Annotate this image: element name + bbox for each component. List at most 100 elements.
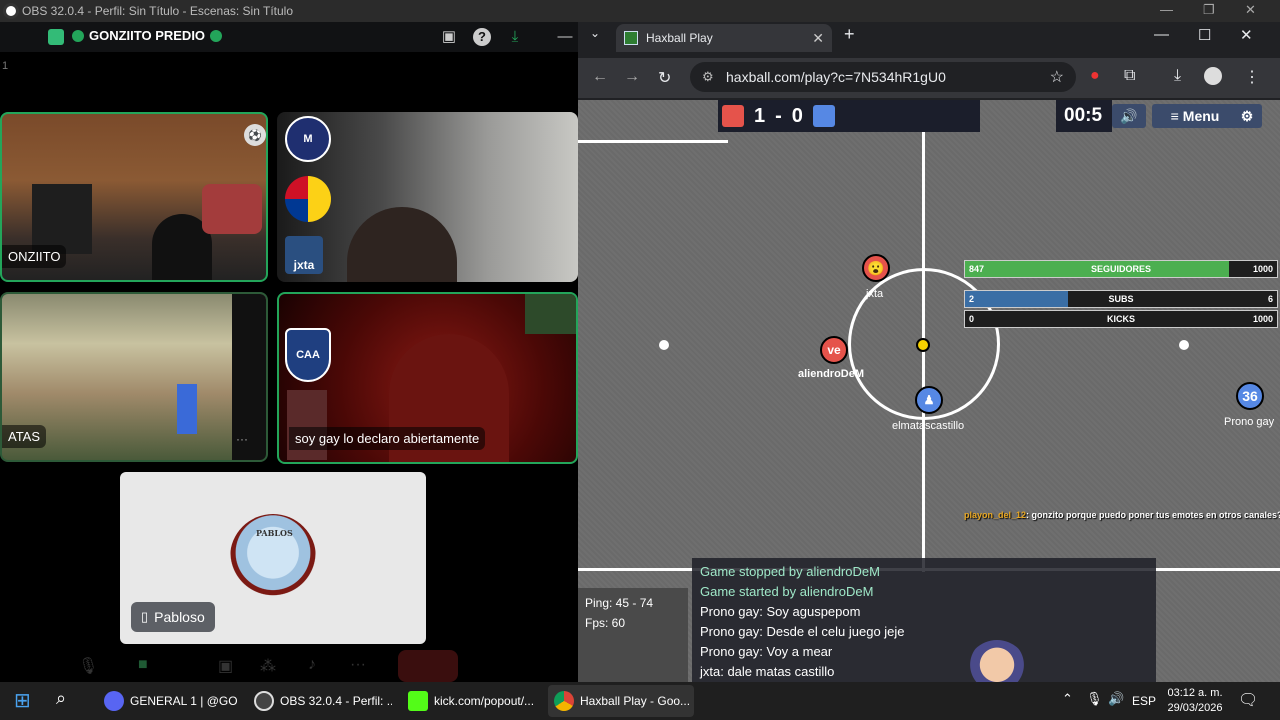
browser-minimize-button[interactable]: —: [1154, 26, 1169, 43]
top-line: [578, 140, 728, 143]
url-field[interactable]: ⚙ haxball.com/play?c=7N534hR1gU0 ☆: [690, 62, 1076, 92]
clock[interactable]: 03:12 a. m. 29/03/2026: [1160, 686, 1230, 716]
activities-icon[interactable]: ⁂: [260, 656, 276, 676]
sound-button[interactable]: 🔊: [1112, 104, 1146, 128]
disconnect-button[interactable]: [398, 650, 458, 682]
video-tile-matas[interactable]: ATAS ···: [0, 292, 268, 462]
video-tile-gonziito[interactable]: ⚽ ONZIITO: [0, 112, 268, 282]
obs-minimize-button[interactable]: —: [1160, 2, 1173, 17]
search-icon[interactable]: ⌕: [56, 688, 66, 709]
extensions-puzzle-icon[interactable]: ⧉: [1124, 67, 1135, 85]
menu-button[interactable]: ≡ Menu: [1152, 104, 1238, 128]
browser-maximize-button[interactable]: ☐: [1198, 26, 1211, 44]
stat-label: SEGUIDORES: [1090, 264, 1151, 274]
bookmark-star-icon[interactable]: ☆: [1050, 67, 1064, 87]
video-tile-jxta[interactable]: M jxta: [277, 112, 578, 282]
club-badge-icon: ⚽: [244, 124, 266, 146]
obs-close-button[interactable]: ✕: [1245, 2, 1256, 18]
chrome-menu-icon[interactable]: ⋮: [1244, 67, 1260, 87]
menu-label: Menu: [1182, 108, 1220, 124]
discord-user[interactable]: GONZIITO PREDIO: [72, 28, 223, 43]
player-name: elmatascastillo: [892, 420, 965, 432]
game-chat: Game stopped by aliendroDeM Game started…: [692, 558, 1156, 682]
player-name: Prono gay: [1224, 416, 1275, 428]
microphone-icon[interactable]: 🎙: [1086, 691, 1103, 707]
discord-call-panel: GONZIITO PREDIO ▣ ? ⤓ — 1 ⚽ ONZIITO M jx…: [0, 22, 578, 682]
taskbar-obs[interactable]: OBS 32.0.4 - Perfil: ...: [248, 685, 392, 717]
player-aliendrodem: ve: [820, 336, 848, 364]
tab-title: Haxball Play: [646, 31, 713, 45]
download-icon[interactable]: ⤓: [506, 28, 524, 46]
volume-icon[interactable]: 🔊: [1108, 691, 1124, 707]
soundboard-icon[interactable]: ♪: [308, 656, 316, 674]
taskbar-chrome[interactable]: Haxball Play - Goo...: [548, 685, 694, 717]
club-badge-icon: CAA: [285, 328, 331, 382]
minimize-icon[interactable]: —: [556, 28, 574, 46]
phone-icon: ▯: [141, 609, 149, 624]
tab-close-icon[interactable]: ✕: [812, 30, 824, 47]
language-indicator[interactable]: ESP: [1132, 694, 1156, 708]
settings-button[interactable]: ⚙: [1232, 104, 1262, 128]
tab-search-icon[interactable]: ⌄: [590, 26, 600, 40]
reload-icon[interactable]: ↻: [658, 68, 671, 88]
pabloso-tile[interactable]: PABLOS ▯ Pabloso: [120, 472, 426, 644]
discord-app-icon: [48, 29, 64, 45]
help-icon[interactable]: ?: [473, 28, 491, 46]
player-elmatascastillo: ♟: [915, 386, 943, 414]
red-team-icon: [722, 105, 744, 127]
twitch-chat-user: playon_del_12: [964, 510, 1027, 520]
new-tab-button[interactable]: +: [844, 24, 855, 45]
chrome-window: ⌄ Haxball Play ✕ + — ☐ ✕ ← → ↻ ⚙ haxball…: [578, 22, 1280, 682]
profile-avatar[interactable]: [1204, 67, 1222, 85]
extension-icon[interactable]: ●: [1090, 67, 1100, 85]
download-icon[interactable]: ⤓: [1174, 67, 1181, 85]
screen-share-icon[interactable]: ▣: [218, 656, 233, 676]
obs-title: OBS 32.0.4 - Perfil: Sin Título - Escena…: [22, 4, 294, 18]
stat-label: SUBS: [1108, 294, 1134, 304]
discord-icon: [104, 691, 124, 711]
microphone-icon[interactable]: 🎙: [78, 656, 98, 676]
obs-title-bar: OBS 32.0.4 - Perfil: Sin Título - Escena…: [0, 0, 1280, 22]
back-icon[interactable]: ←: [592, 68, 608, 86]
avatar-text: PABLOS: [256, 528, 293, 538]
call-controls: 🎙 ■ ▣ ⁂ ♪ ···: [60, 650, 520, 682]
taskbar-discord[interactable]: GENERAL 1 | @GO...: [98, 685, 238, 717]
forward-icon[interactable]: →: [624, 68, 640, 86]
windows-taskbar: ⊞ ⌕ GENERAL 1 | @GO... OBS 32.0.4 - Perf…: [0, 682, 1280, 720]
video-tile-soy-gay[interactable]: CAA soy gay lo declaro abiertamente: [277, 292, 578, 464]
stat-right: 1000: [1252, 314, 1273, 324]
tile-name: ONZIITO: [2, 245, 67, 268]
screen-share-icon[interactable]: ▣: [440, 28, 458, 46]
more-icon[interactable]: ···: [236, 432, 248, 446]
scoreboard: 1 - 0: [718, 100, 980, 132]
player-name: aliendroDeM: [798, 368, 865, 380]
ping-text: Ping: 45 - 74: [585, 596, 654, 610]
haxball-favicon-icon: [624, 31, 638, 45]
score-separator: -: [775, 104, 782, 127]
taskbar-kick[interactable]: kick.com/popout/...: [402, 685, 542, 717]
fps-text: Fps: 60: [585, 616, 626, 630]
site-info-icon[interactable]: ⚙: [702, 69, 714, 85]
browser-close-button[interactable]: ✕: [1240, 26, 1253, 44]
tab-haxball[interactable]: Haxball Play ✕: [616, 24, 832, 52]
obs-logo-icon: [3, 3, 19, 19]
haxball-game[interactable]: 😮 jxta ve aliendroDeM ♟ elmatascastillo …: [578, 100, 1280, 682]
discord-header: GONZIITO PREDIO ▣ ? ⤓ —: [0, 22, 578, 52]
taskbar-label: GENERAL 1 | @GO...: [130, 694, 238, 708]
tile-name: jxta: [285, 236, 323, 274]
camera-icon[interactable]: ■: [138, 656, 148, 674]
discord-user-name: GONZIITO PREDIO: [89, 28, 206, 43]
speaker-icon: 🔊: [1120, 107, 1138, 124]
more-options-icon[interactable]: ···: [350, 656, 366, 674]
taskbar-label: OBS 32.0.4 - Perfil: ...: [280, 694, 392, 708]
twitch-chat-message: : gonzito porque puedo poner tus emotes …: [1026, 510, 1280, 520]
ping-fps-panel: Ping: 45 - 74 Fps: 60: [578, 588, 688, 682]
chat-line: Prono gay: Voy a mear: [700, 644, 833, 659]
tray-chevron-icon[interactable]: ⌃: [1062, 691, 1073, 707]
stat-seguidores: 847 SEGUIDORES 1000: [964, 260, 1278, 278]
notifications-icon[interactable]: 🗨: [1238, 690, 1258, 710]
chair-shape: [202, 184, 262, 234]
chat-line: Game stopped by aliendroDeM: [700, 564, 880, 579]
obs-restore-button[interactable]: ❐: [1203, 2, 1215, 18]
windows-start-icon[interactable]: ⊞: [14, 688, 31, 713]
